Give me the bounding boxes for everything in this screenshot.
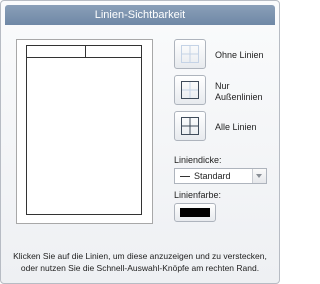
all-lines-icon	[181, 117, 199, 135]
line-color-label: Linienfarbe:	[174, 190, 222, 200]
line-color-button[interactable]	[174, 203, 216, 222]
help-text-line-1: Klicken Sie auf die Linien, um diese anz…	[13, 251, 267, 261]
all-lines-label: Alle Linien	[215, 122, 257, 132]
line-width-value: Standard	[194, 171, 231, 181]
line-color-swatch	[180, 208, 210, 217]
line-visibility-dialog: Linien-Sichtbarkeit Ohne Linien Nur Auße…	[0, 0, 280, 284]
preview-header-row[interactable]	[27, 46, 141, 58]
help-text-line-2: oder nutzen Sie die Schnell-Auswahl-Knöp…	[20, 263, 260, 273]
line-sample-icon	[180, 176, 190, 177]
all-lines-button[interactable]	[174, 111, 206, 141]
help-text: Klicken Sie auf die Linien, um diese anz…	[7, 250, 273, 274]
table-preview-canvas[interactable]	[16, 39, 153, 224]
outer-lines-label-1: Nur	[215, 81, 230, 91]
outer-lines-button[interactable]	[174, 75, 206, 105]
chevron-down-icon[interactable]	[252, 169, 266, 183]
preview-column-divider[interactable]	[85, 46, 86, 57]
no-lines-label: Ohne Linien	[215, 50, 264, 60]
outer-lines-icon	[181, 81, 199, 99]
outer-lines-label-2: Außenlinien	[215, 92, 263, 102]
no-lines-icon	[181, 45, 199, 63]
dialog-title: Linien-Sichtbarkeit	[5, 5, 275, 25]
no-lines-button[interactable]	[174, 39, 206, 69]
line-width-select[interactable]: Standard	[174, 168, 267, 184]
line-width-label: Liniendicke:	[174, 155, 222, 165]
preview-table-outline[interactable]	[26, 45, 142, 215]
